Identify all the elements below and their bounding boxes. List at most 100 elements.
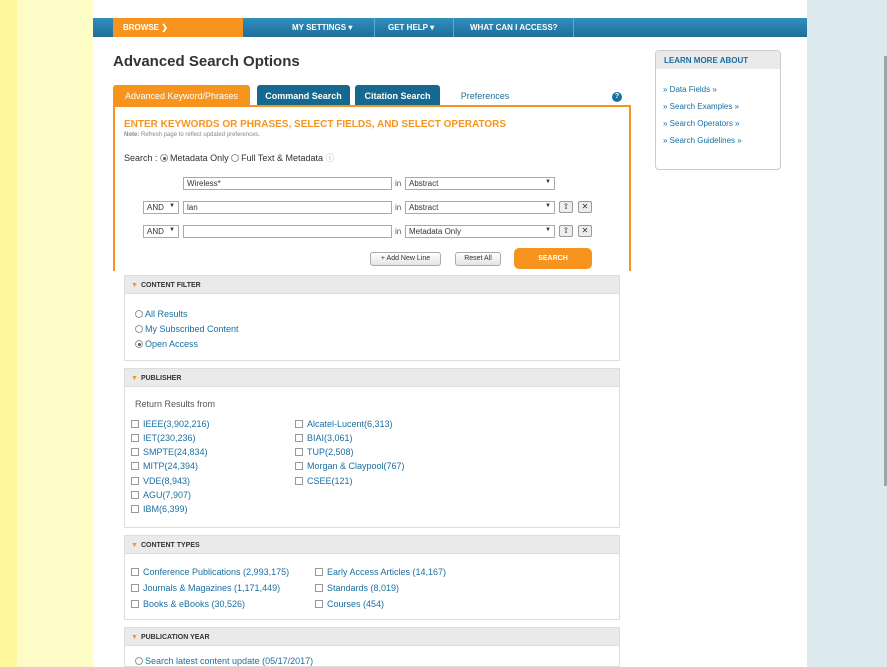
search-button[interactable]: SEARCH — [514, 248, 592, 269]
help-icon[interactable]: ? — [612, 92, 622, 102]
publisher-label: IBM(6,399) — [143, 504, 188, 514]
dropdown-arrow-icon: ▼ — [169, 203, 175, 209]
publisher-checkbox[interactable]: VDE(8,943) — [131, 476, 190, 486]
search-term-input-3[interactable] — [183, 225, 392, 238]
search-term-input-2[interactable]: lan — [183, 201, 392, 214]
preferences-note: Note: Refresh page to reflect updated pr… — [124, 132, 260, 138]
move-up-icon[interactable]: ⇧ — [559, 225, 573, 237]
remove-line-icon[interactable]: ✕ — [578, 225, 592, 237]
content-type-label: Courses (454) — [327, 599, 385, 609]
publisher-checkbox[interactable]: CSEE(121) — [295, 476, 353, 486]
nav-my-settings-label: MY SETTINGS — [292, 23, 347, 32]
content-type-checkbox[interactable]: Standards (8,019) — [315, 583, 399, 593]
nav-divider — [453, 18, 454, 37]
content-type-checkbox[interactable]: Early Access Articles (14,167) — [315, 567, 446, 577]
triangle-down-icon: ▼ — [131, 282, 138, 289]
chevron-down-icon: ▾ — [430, 23, 435, 32]
publisher-checkbox[interactable]: IEEE(3,902,216) — [131, 419, 210, 429]
content-filter-header[interactable]: ▼ CONTENT FILTER — [124, 275, 620, 294]
remove-line-icon[interactable]: ✕ — [578, 201, 592, 213]
publisher-checkbox[interactable]: SMPTE(24,834) — [131, 447, 208, 457]
page-container: BROWSE ❯ MY SETTINGS ▾ GET HELP ▾ WHAT C… — [93, 0, 807, 667]
publisher-label: Alcatel-Lucent(6,313) — [307, 419, 393, 429]
nav-get-help[interactable]: GET HELP ▾ — [388, 23, 434, 32]
filter-open-access[interactable]: Open Access — [135, 339, 198, 349]
nav-browse[interactable]: BROWSE ❯ — [113, 18, 243, 37]
radio-metadata-only-label: Metadata Only — [170, 153, 229, 163]
publisher-header[interactable]: ▼ PUBLISHER — [124, 368, 620, 387]
publisher-checkbox[interactable]: BIAI(3,061) — [295, 433, 353, 443]
content-type-label: Standards (8,019) — [327, 583, 400, 593]
link-search-guidelines[interactable]: » Search Guidelines » — [663, 136, 742, 145]
add-new-line-button[interactable]: + Add New Line — [370, 252, 441, 266]
field-select-1-value: Abstract — [409, 179, 439, 188]
publisher-checkbox[interactable]: IBM(6,399) — [131, 504, 188, 514]
content-types-header[interactable]: ▼ CONTENT TYPES — [124, 535, 620, 554]
note-text: Refresh page to reflect updated preferen… — [141, 132, 261, 138]
field-select-1[interactable]: Abstract ▼ — [405, 177, 555, 190]
publisher-checkbox[interactable]: AGU(7,907) — [131, 490, 191, 500]
chevron-down-icon: ❯ — [161, 23, 168, 32]
operator-select-3[interactable]: AND ▼ — [143, 225, 179, 238]
publisher-label: AGU(7,907) — [143, 490, 192, 500]
nav-get-help-label: GET HELP — [388, 23, 428, 32]
link-data-fields[interactable]: » Data Fields » — [663, 85, 717, 94]
content-type-label: Journals & Magazines (1,171,449) — [143, 583, 281, 593]
publisher-label: VDE(8,943) — [143, 476, 191, 486]
search-scope: Search : Metadata Only Full Text & Metad… — [124, 151, 335, 164]
plus-icon: + — [380, 255, 385, 262]
operator-select-2[interactable]: AND ▼ — [143, 201, 179, 214]
content-type-checkbox[interactable]: Books & eBooks (30,526) — [131, 599, 245, 609]
latest-update-radio[interactable]: Search latest content update (05/17/2017… — [135, 656, 313, 666]
tab-command-search[interactable]: Command Search — [257, 85, 350, 106]
in-label: in — [395, 179, 402, 188]
content-type-checkbox[interactable]: Courses (454) — [315, 599, 384, 609]
right-margin — [807, 0, 887, 667]
operator-select-2-value: AND — [147, 203, 164, 212]
publisher-checkbox[interactable]: IET(230,236) — [131, 433, 196, 443]
field-select-2[interactable]: Abstract ▼ — [405, 201, 555, 214]
filter-subscribed-content[interactable]: My Subscribed Content — [135, 324, 239, 334]
publisher-checkbox[interactable]: MITP(24,394) — [131, 461, 198, 471]
content-type-checkbox[interactable]: Conference Publications (2,993,175) — [131, 567, 289, 577]
triangle-down-icon: ▼ — [131, 634, 138, 641]
latest-update-label: Search latest content update (05/17/2017… — [145, 656, 314, 666]
content-filter-title: CONTENT FILTER — [140, 282, 201, 289]
operator-select-3-value: AND — [147, 227, 164, 236]
left-gutter — [0, 0, 17, 667]
move-up-icon[interactable]: ⇧ — [559, 201, 573, 213]
publication-year-title: PUBLICATION YEAR — [140, 634, 210, 641]
filter-all-results[interactable]: All Results — [135, 309, 188, 319]
publisher-label: IET(230,236) — [143, 433, 196, 443]
field-select-3[interactable]: Metadata Only ▼ — [405, 225, 555, 238]
publisher-label: TUP(2,508) — [307, 447, 354, 457]
publication-year-header[interactable]: ▼ PUBLICATION YEAR — [124, 627, 620, 646]
radio-metadata-only[interactable]: Metadata Only — [160, 153, 229, 163]
search-term-input-1[interactable]: Wireless* — [183, 177, 392, 190]
tab-advanced-keyword[interactable]: Advanced Keyword/Phrases — [113, 85, 250, 106]
nav-what-can-i-access[interactable]: WHAT CAN I ACCESS? — [470, 23, 558, 32]
publisher-title: PUBLISHER — [140, 375, 182, 382]
filter-subscribed-content-label: My Subscribed Content — [145, 324, 239, 334]
dropdown-arrow-icon: ▼ — [545, 179, 551, 185]
link-search-operators[interactable]: » Search Operators » — [663, 119, 739, 128]
radio-full-text[interactable]: Full Text & Metadata — [231, 153, 323, 163]
publisher-checkbox[interactable]: TUP(2,508) — [295, 447, 354, 457]
nav-divider — [374, 18, 375, 37]
in-label: in — [395, 203, 402, 212]
content-type-label: Conference Publications (2,993,175) — [143, 567, 290, 577]
info-icon[interactable]: ⓘ — [325, 153, 334, 163]
publisher-label: BIAI(3,061) — [307, 433, 353, 443]
search-scope-label: Search : — [124, 153, 158, 163]
content-type-checkbox[interactable]: Journals & Magazines (1,171,449) — [131, 583, 280, 593]
nav-my-settings[interactable]: MY SETTINGS ▾ — [292, 23, 352, 32]
nav-browse-label: BROWSE — [123, 23, 159, 32]
tab-preferences[interactable]: Preferences — [455, 85, 515, 106]
link-search-examples[interactable]: » Search Examples » — [663, 102, 739, 111]
tab-citation-search[interactable]: Citation Search — [355, 85, 440, 106]
instructions-heading: ENTER KEYWORDS OR PHRASES, SELECT FIELDS… — [124, 119, 507, 130]
publisher-checkbox[interactable]: Alcatel-Lucent(6,313) — [295, 419, 393, 429]
reset-all-button[interactable]: Reset All — [455, 252, 501, 266]
publisher-checkbox[interactable]: Morgan & Claypool(767) — [295, 461, 405, 471]
field-select-3-value: Metadata Only — [409, 227, 462, 236]
